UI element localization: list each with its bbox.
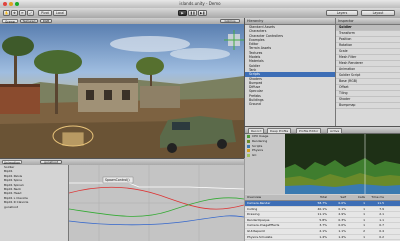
scene-panel: Scene Textured RGB Gizmos — [0, 18, 245, 158]
profiler-cell: 0.0% — [338, 201, 346, 205]
scene-illustration — [0, 30, 244, 158]
tab-scene[interactable]: Scene — [2, 18, 18, 24]
move-tool-button[interactable]: ✥ — [11, 9, 18, 16]
profiler-cell: 40.1% — [317, 206, 327, 211]
profiler-cell: 1 — [363, 223, 365, 228]
profiler-column-header[interactable]: Overview — [245, 195, 309, 200]
window-title: islands.unity - Demo — [179, 1, 221, 7]
gizmos-dropdown[interactable]: Gizmos — [220, 18, 240, 24]
profiler-cell: 2 — [363, 228, 365, 233]
profiler-column-header[interactable]: Calls — [347, 195, 366, 200]
profiler-cell: 2.1 — [379, 212, 384, 217]
profiler-cell: 58.7% — [317, 201, 327, 205]
profiler-cell: 0.1% — [338, 206, 346, 211]
hierarchy-item[interactable]: Ground — [245, 102, 335, 106]
legend-label: Physics — [252, 148, 264, 153]
profiler-cell: Culling — [247, 206, 258, 211]
layers-dropdown[interactable]: Layers — [326, 9, 358, 16]
profiler-cell: 0.7 — [379, 223, 384, 228]
profiler-cell: 1.1 — [379, 217, 384, 222]
hierarchy-list: Standard Assets Characters Character Contr… — [245, 25, 335, 107]
profiler-cell: 0.4 — [379, 228, 384, 233]
project-panel: Hierarchy Standard Assets Characters Chara… — [245, 18, 336, 126]
legend-swatch — [247, 139, 251, 143]
inspector-row[interactable]: Bumpmap — [336, 103, 400, 109]
profiler-cell: 3.7% — [319, 223, 327, 228]
rotate-tool-button[interactable]: ⟳ — [19, 9, 26, 16]
profiler-column-header[interactable]: Self — [328, 195, 347, 200]
animation-property-list: Soldier Bip01 Bip01 Pelvis Bip01 Spine Bip01… — [0, 165, 69, 241]
legend-label: Rendering — [252, 138, 268, 143]
profiler-cell: 2.9% — [338, 212, 346, 217]
scene-viewport[interactable] — [0, 24, 244, 158]
profiler-cell: 1.4% — [338, 234, 346, 239]
profiler-table-body: Camera.Render 58.7% 0.0% 1 11.5 Culling 40.1% 0… — [245, 201, 400, 241]
inspector-component-list: Transform Position Rotation Scale Mesh Filte… — [336, 31, 400, 109]
profiler-legend-item[interactable]: GC — [245, 153, 285, 158]
profiler-cell: 1 — [363, 206, 365, 211]
profiler-cell: 1 — [363, 217, 365, 222]
legend-swatch — [247, 135, 251, 138]
animation-curve-editor[interactable]: SpawnControl() — [68, 165, 244, 241]
animation-curves — [68, 165, 244, 241]
profiler-cell: Camera.ImageEffects — [247, 223, 280, 228]
profiler-cell: Physics.Simulate — [247, 234, 273, 239]
pivot-toggle[interactable]: Pivot — [38, 9, 52, 16]
profiler-row[interactable]: Physics.Simulate 1.4% 1.4% 1 0.2 — [245, 235, 400, 241]
profiler-graph-plot — [285, 134, 400, 194]
tab-inspector[interactable]: Inspector — [336, 18, 400, 25]
legend-swatch — [247, 149, 251, 153]
legend-label: GC — [252, 153, 257, 158]
profiler-cell: RenderOpaque — [247, 217, 270, 222]
profiler-hierarchy-table: Overview Total Self Calls Time ms Camera.Ren… — [245, 195, 400, 241]
profiler-cell: 0.0% — [338, 223, 346, 228]
profiler-cell: 2.1% — [319, 228, 327, 233]
profiler-cell: 1.1% — [338, 228, 346, 233]
profiler-cell: 1 — [363, 201, 365, 205]
profiler-cell: 7.9 — [379, 206, 384, 211]
minimize-window-button[interactable] — [9, 1, 14, 7]
profiler-toolbar: Record Deep Profile Profile Editor Activ… — [245, 127, 400, 135]
scale-tool-button[interactable]: ⤢ — [27, 9, 34, 16]
profiler-panel: Record Deep Profile Profile Editor Activ… — [245, 126, 400, 241]
close-window-button[interactable] — [3, 1, 8, 7]
profiler-cell: 0.2 — [379, 234, 384, 239]
play-button[interactable]: ▶ — [178, 9, 187, 16]
legend-swatch — [247, 144, 251, 148]
step-button[interactable]: ▶❚ — [198, 9, 207, 16]
profiler-cell: Drawing — [247, 212, 260, 217]
rgb-dropdown[interactable]: RGB — [40, 18, 52, 24]
animation-property[interactable]: gunshoot — [0, 205, 68, 209]
profiler-column-header[interactable]: Time ms — [366, 195, 385, 200]
profiler-cell: GUI.Repaint — [247, 228, 265, 233]
render-mode-dropdown[interactable]: Textured — [20, 18, 38, 24]
layout-dropdown[interactable]: Layout — [361, 9, 395, 16]
profiler-cell: Camera.Render — [247, 201, 271, 205]
legend-swatch — [247, 154, 251, 158]
animation-event-label[interactable]: SpawnControl() — [105, 177, 130, 183]
profiler-cell: 11.1% — [317, 212, 327, 217]
legend-label: CPU Usage — [252, 134, 269, 138]
profiler-legend: CPU Usage Rendering Scripts Physics GC — [245, 134, 286, 194]
clip-dropdown[interactable]: gunshoot — [40, 159, 62, 165]
profiler-column-header[interactable]: Total — [309, 195, 328, 200]
legend-label: Scripts — [252, 143, 263, 148]
local-toggle[interactable]: Local — [53, 9, 67, 16]
profiler-cell: 1 — [363, 212, 365, 217]
inspector-panel: Inspector Soldier Transform Position Rotat… — [336, 18, 400, 126]
hand-tool-button[interactable]: ✋ — [3, 9, 10, 16]
profiler-cell: 5.8% — [319, 217, 327, 222]
zoom-window-button[interactable] — [15, 1, 20, 7]
profiler-graph[interactable] — [285, 134, 400, 194]
tab-animation[interactable]: Animation — [2, 159, 22, 165]
profiler-cell: 1.4% — [319, 234, 327, 239]
pause-button[interactable]: ❚❚ — [188, 9, 197, 16]
tab-hierarchy[interactable]: Hierarchy — [245, 18, 335, 25]
profiler-cell: 0.3% — [338, 217, 346, 222]
profiler-cell: 1 — [363, 234, 365, 239]
profiler-cell: 11.5 — [377, 201, 384, 205]
animation-panel: Animation gunshoot Soldier Bip01 Bip01 Pel… — [0, 158, 244, 241]
